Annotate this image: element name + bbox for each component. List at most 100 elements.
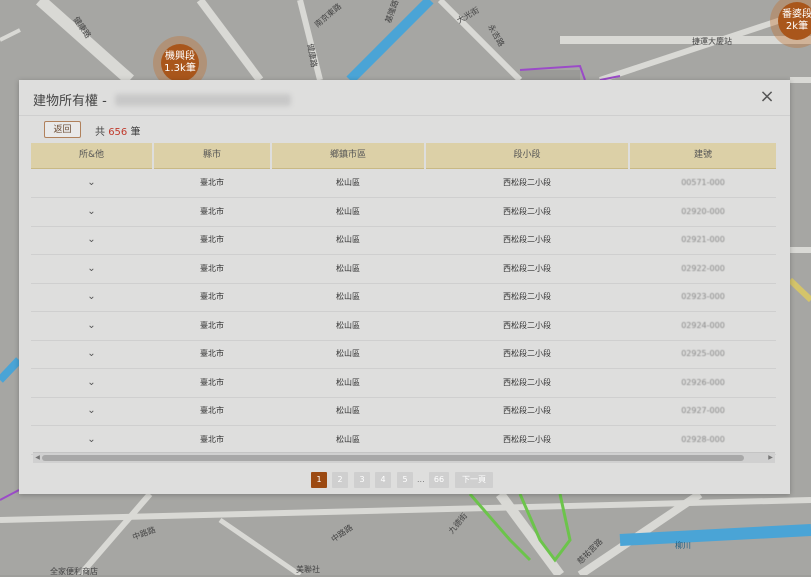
table-header: 所&他 縣市 鄉鎮市區 段小段 建號	[31, 143, 776, 169]
cluster-count: 1.3k筆	[164, 63, 196, 74]
district-cell: 松山區	[336, 434, 360, 444]
city-cell: 臺北市	[200, 206, 224, 216]
table-row[interactable]: ⌄ 臺北市 松山區 西松段二小段 02926-000	[31, 369, 776, 398]
column-header-section[interactable]: 段小段	[426, 143, 628, 169]
city-cell: 臺北市	[200, 178, 224, 187]
expand-chevron-icon[interactable]: ⌄	[31, 169, 152, 197]
table-row[interactable]: ⌄ 臺北市 松山區 西松段二小段 02921-000	[31, 226, 776, 255]
table-row[interactable]: ⌄ 臺北市 松山區 西松段二小段 02928-000	[31, 426, 776, 455]
building-no-cell: 02926-000	[681, 377, 725, 387]
table-row[interactable]: ⌄ 臺北市 松山區 西松段二小段 02922-000	[31, 255, 776, 284]
district-cell: 松山區	[336, 206, 360, 216]
city-cell: 臺北市	[200, 434, 224, 444]
ownership-table: 所&他 縣市 鄉鎮市區 段小段 建號 ⌄ 臺北市 松山區 西松段二小段 0057…	[31, 143, 776, 463]
horizontal-scrollbar[interactable]: ◀ ▶	[33, 452, 775, 463]
section-cell: 西松段二小段	[503, 292, 551, 301]
building-no-cell: 02925-000	[681, 349, 725, 358]
cluster-name: 番婆段	[782, 9, 811, 20]
next-page-button[interactable]: 下一頁	[455, 472, 493, 488]
column-header-district[interactable]: 鄉鎮市區	[272, 143, 424, 169]
building-no-cell: 00571-000	[681, 178, 725, 187]
table-row[interactable]: ⌄ 臺北市 松山區 西松段二小段 02927-000	[31, 397, 776, 426]
total-prefix: 共	[95, 127, 105, 138]
table-row[interactable]: ⌄ 臺北市 松山區 西松段二小段 02923-000	[31, 283, 776, 312]
close-icon[interactable]: ×	[758, 88, 776, 106]
section-cell: 西松段二小段	[503, 377, 551, 387]
section-cell: 西松段二小段	[503, 235, 551, 244]
city-cell: 臺北市	[200, 377, 224, 387]
cluster-marker-core: 番婆段 2k筆	[778, 2, 811, 40]
page-button-last[interactable]: 66	[429, 472, 449, 488]
expand-chevron-icon[interactable]: ⌄	[31, 312, 152, 340]
building-no-cell: 02921-000	[681, 235, 725, 244]
district-cell: 松山區	[336, 178, 360, 187]
district-cell: 松山區	[336, 235, 360, 244]
scroll-right-icon[interactable]: ▶	[766, 453, 775, 463]
district-cell: 松山區	[336, 320, 360, 330]
building-ownership-dialog: 建物所有權 - × 返回 共 656 筆 所&他 縣市 鄉鎮市區 段小段 建號 …	[19, 80, 790, 494]
section-cell: 西松段二小段	[503, 406, 551, 415]
table-row[interactable]: ⌄ 臺北市 松山區 西松段二小段 00571-000	[31, 169, 776, 198]
expand-chevron-icon[interactable]: ⌄	[31, 255, 152, 283]
section-cell: 西松段二小段	[503, 178, 551, 187]
dialog-title-text: 建物所有權 -	[33, 94, 111, 109]
city-cell: 臺北市	[200, 263, 224, 273]
map-place-label: 柳川	[675, 541, 691, 550]
dialog-title: 建物所有權 -	[33, 90, 291, 109]
cluster-marker-core: 機興段 1.3k筆	[161, 44, 199, 82]
owner-name-redacted	[114, 94, 291, 106]
expand-chevron-icon[interactable]: ⌄	[31, 198, 152, 226]
map-place-label: 全家便利商店	[50, 567, 98, 576]
total-suffix: 筆	[130, 127, 141, 138]
city-cell: 臺北市	[200, 349, 224, 358]
total-count-value: 656	[108, 127, 128, 138]
building-no-cell: 02924-000	[681, 320, 725, 330]
total-count: 共 656 筆	[95, 123, 140, 138]
section-cell: 西松段二小段	[503, 434, 551, 444]
expand-chevron-icon[interactable]: ⌄	[31, 340, 152, 368]
column-header-building-no[interactable]: 建號	[630, 143, 776, 169]
expand-chevron-icon[interactable]: ⌄	[31, 397, 152, 425]
table-row[interactable]: ⌄ 臺北市 松山區 西松段二小段 02924-000	[31, 312, 776, 341]
building-no-cell: 02928-000	[681, 434, 725, 444]
city-cell: 臺北市	[200, 406, 224, 415]
column-header-rights[interactable]: 所&他	[31, 143, 152, 169]
map-place-label: 美聯社	[296, 565, 320, 574]
district-cell: 松山區	[336, 292, 360, 301]
column-header-city[interactable]: 縣市	[154, 143, 270, 169]
section-cell: 西松段二小段	[503, 206, 551, 216]
cluster-name: 機興段	[165, 51, 195, 62]
page-button-2[interactable]: 2	[332, 472, 348, 488]
dialog-header: 建物所有權 - ×	[19, 80, 790, 116]
city-cell: 臺北市	[200, 235, 224, 244]
district-cell: 松山區	[336, 349, 360, 358]
back-button[interactable]: 返回	[44, 121, 81, 138]
building-no-cell: 02923-000	[681, 292, 725, 301]
page-button-4[interactable]: 4	[375, 472, 391, 488]
scrollbar-thumb[interactable]	[42, 455, 744, 461]
table-row[interactable]: ⌄ 臺北市 松山區 西松段二小段 02925-000	[31, 340, 776, 369]
building-no-cell: 02927-000	[681, 406, 725, 415]
expand-chevron-icon[interactable]: ⌄	[31, 283, 152, 311]
section-cell: 西松段二小段	[503, 349, 551, 358]
district-cell: 松山區	[336, 377, 360, 387]
section-cell: 西松段二小段	[503, 320, 551, 330]
table-row[interactable]: ⌄ 臺北市 松山區 西松段二小段 02920-000	[31, 198, 776, 227]
map-place-label: 捷運大慶站	[692, 37, 732, 46]
district-cell: 松山區	[336, 406, 360, 415]
building-no-cell: 02920-000	[681, 206, 725, 216]
page-button-3[interactable]: 3	[354, 472, 370, 488]
expand-chevron-icon[interactable]: ⌄	[31, 426, 152, 454]
expand-chevron-icon[interactable]: ⌄	[31, 369, 152, 397]
scroll-left-icon[interactable]: ◀	[33, 453, 42, 463]
cluster-count: 2k筆	[785, 21, 809, 32]
expand-chevron-icon[interactable]: ⌄	[31, 226, 152, 254]
building-no-cell: 02922-000	[681, 263, 725, 273]
page-button-5[interactable]: 5	[397, 472, 413, 488]
page-ellipsis: ...	[417, 475, 425, 484]
page-button-1[interactable]: 1	[311, 472, 327, 488]
district-cell: 松山區	[336, 263, 360, 273]
city-cell: 臺北市	[200, 320, 224, 330]
section-cell: 西松段二小段	[503, 263, 551, 273]
city-cell: 臺北市	[200, 292, 224, 301]
